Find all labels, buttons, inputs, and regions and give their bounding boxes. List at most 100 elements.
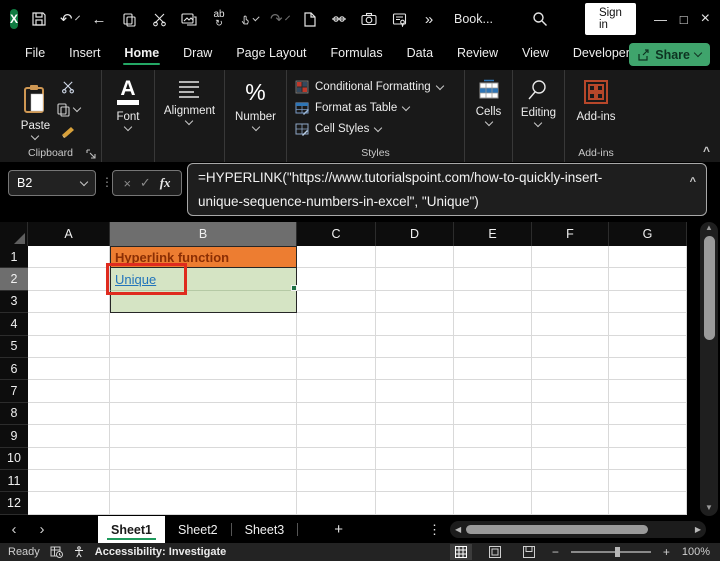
zoom-out-icon[interactable]: −: [552, 545, 559, 559]
cell-D3[interactable]: [376, 291, 454, 313]
name-box[interactable]: B2: [8, 170, 96, 196]
sheet-tab-sheet3[interactable]: Sheet3: [232, 516, 298, 543]
column-header-E[interactable]: E: [454, 222, 532, 246]
vertical-scroll-thumb[interactable]: [704, 236, 715, 340]
cell-A4[interactable]: [28, 313, 110, 335]
cell-B4[interactable]: [110, 313, 297, 335]
cell-F6[interactable]: [532, 358, 609, 380]
cell-C2[interactable]: [297, 268, 376, 290]
sign-in-button[interactable]: Sign in: [585, 3, 636, 35]
cell-A12[interactable]: [28, 492, 110, 514]
column-header-B[interactable]: B: [110, 222, 297, 246]
cell-G6[interactable]: [609, 358, 687, 380]
cell-B7[interactable]: [110, 380, 297, 402]
cell-C1[interactable]: [297, 246, 376, 268]
cell-F11[interactable]: [532, 470, 609, 492]
cell-E12[interactable]: [454, 492, 532, 514]
normal-view-button[interactable]: [450, 544, 472, 560]
save-icon[interactable]: [30, 10, 48, 28]
cell-G7[interactable]: [609, 380, 687, 402]
copy-button[interactable]: [56, 102, 80, 117]
share-button[interactable]: Share: [629, 43, 710, 66]
column-header-A[interactable]: A: [28, 222, 110, 246]
cell-D11[interactable]: [376, 470, 454, 492]
collapse-ribbon-icon[interactable]: ^: [703, 144, 710, 158]
row-header-1[interactable]: 1: [0, 246, 28, 268]
cell-A8[interactable]: [28, 403, 110, 425]
row-header-11[interactable]: 11: [0, 470, 28, 492]
cell-F1[interactable]: [532, 246, 609, 268]
cell-B11[interactable]: [110, 470, 297, 492]
cell-C9[interactable]: [297, 425, 376, 447]
cell-E4[interactable]: [454, 313, 532, 335]
cell-A3[interactable]: [28, 291, 110, 313]
cell-E11[interactable]: [454, 470, 532, 492]
zoom-in-icon[interactable]: +: [663, 545, 670, 559]
cell-A10[interactable]: [28, 448, 110, 470]
cell-B10[interactable]: [110, 448, 297, 470]
cut-button[interactable]: [61, 80, 75, 94]
cell-G10[interactable]: [609, 448, 687, 470]
page-break-view-button[interactable]: [518, 544, 540, 560]
cell-D2[interactable]: [376, 268, 454, 290]
cell-styles-button[interactable]: Cell Styles: [295, 122, 464, 136]
row-header-5[interactable]: 5: [0, 336, 28, 358]
menu-tab-home[interactable]: Home: [113, 40, 170, 68]
cell-C7[interactable]: [297, 380, 376, 402]
cell-G3[interactable]: [609, 291, 687, 313]
sheet-options-icon[interactable]: ⋮: [428, 522, 441, 538]
sheet-tab-sheet2[interactable]: Sheet2: [165, 516, 231, 543]
row-header-4[interactable]: 4: [0, 313, 28, 335]
sheet-tab-sheet1[interactable]: Sheet1: [98, 516, 165, 543]
accessibility-icon[interactable]: [73, 546, 85, 558]
scroll-up-icon[interactable]: ▲: [705, 222, 713, 234]
cell-B12[interactable]: [110, 492, 297, 514]
column-header-F[interactable]: F: [532, 222, 609, 246]
cell-C6[interactable]: [297, 358, 376, 380]
menu-tab-insert[interactable]: Insert: [58, 40, 111, 68]
page-layout-view-button[interactable]: [484, 544, 506, 560]
cell-A11[interactable]: [28, 470, 110, 492]
menu-tab-draw[interactable]: Draw: [172, 40, 223, 68]
cell-F7[interactable]: [532, 380, 609, 402]
undo-icon[interactable]: ↶: [60, 10, 78, 28]
collapse-formula-bar-icon[interactable]: ^: [690, 170, 696, 194]
vertical-scrollbar[interactable]: ▲ ▼: [700, 222, 718, 516]
back-arrow-icon[interactable]: ←: [90, 10, 108, 28]
cells-button[interactable]: Cells: [476, 70, 502, 162]
confirm-entry-icon[interactable]: ✓: [140, 175, 151, 191]
cancel-entry-icon[interactable]: ×: [123, 176, 131, 191]
menu-tab-view[interactable]: View: [511, 40, 560, 68]
cut-icon[interactable]: [150, 10, 168, 28]
certificate-icon[interactable]: [390, 10, 408, 28]
zoom-slider-thumb[interactable]: [615, 547, 620, 557]
cell-A5[interactable]: [28, 336, 110, 358]
copy-icon[interactable]: [120, 10, 138, 28]
accessibility-status[interactable]: Accessibility: Investigate: [95, 546, 226, 558]
cell-A9[interactable]: [28, 425, 110, 447]
cell-E9[interactable]: [454, 425, 532, 447]
cell-A6[interactable]: [28, 358, 110, 380]
menu-tab-formulas[interactable]: Formulas: [320, 40, 394, 68]
close-button[interactable]: ×: [700, 10, 710, 28]
cell-C5[interactable]: [297, 336, 376, 358]
cell-G9[interactable]: [609, 425, 687, 447]
qat-overflow-icon[interactable]: »: [420, 10, 438, 28]
redo-icon[interactable]: ↷: [270, 10, 288, 28]
cell-C11[interactable]: [297, 470, 376, 492]
format-painter-button[interactable]: [60, 125, 76, 140]
touch-mode-icon[interactable]: [240, 10, 258, 28]
format-as-table-button[interactable]: Format as Table: [295, 101, 464, 115]
column-header-G[interactable]: G: [609, 222, 687, 246]
menu-tab-data[interactable]: Data: [396, 40, 444, 68]
select-all-button[interactable]: [0, 222, 28, 246]
minimize-button[interactable]: —: [654, 12, 667, 27]
horizontal-scroll-thumb[interactable]: [466, 525, 648, 534]
cell-D4[interactable]: [376, 313, 454, 335]
row-header-6[interactable]: 6: [0, 358, 28, 380]
row-header-12[interactable]: 12: [0, 492, 28, 514]
row-header-10[interactable]: 10: [0, 448, 28, 470]
add-sheet-button[interactable]: +: [334, 521, 343, 538]
cell-E10[interactable]: [454, 448, 532, 470]
cell-C8[interactable]: [297, 403, 376, 425]
